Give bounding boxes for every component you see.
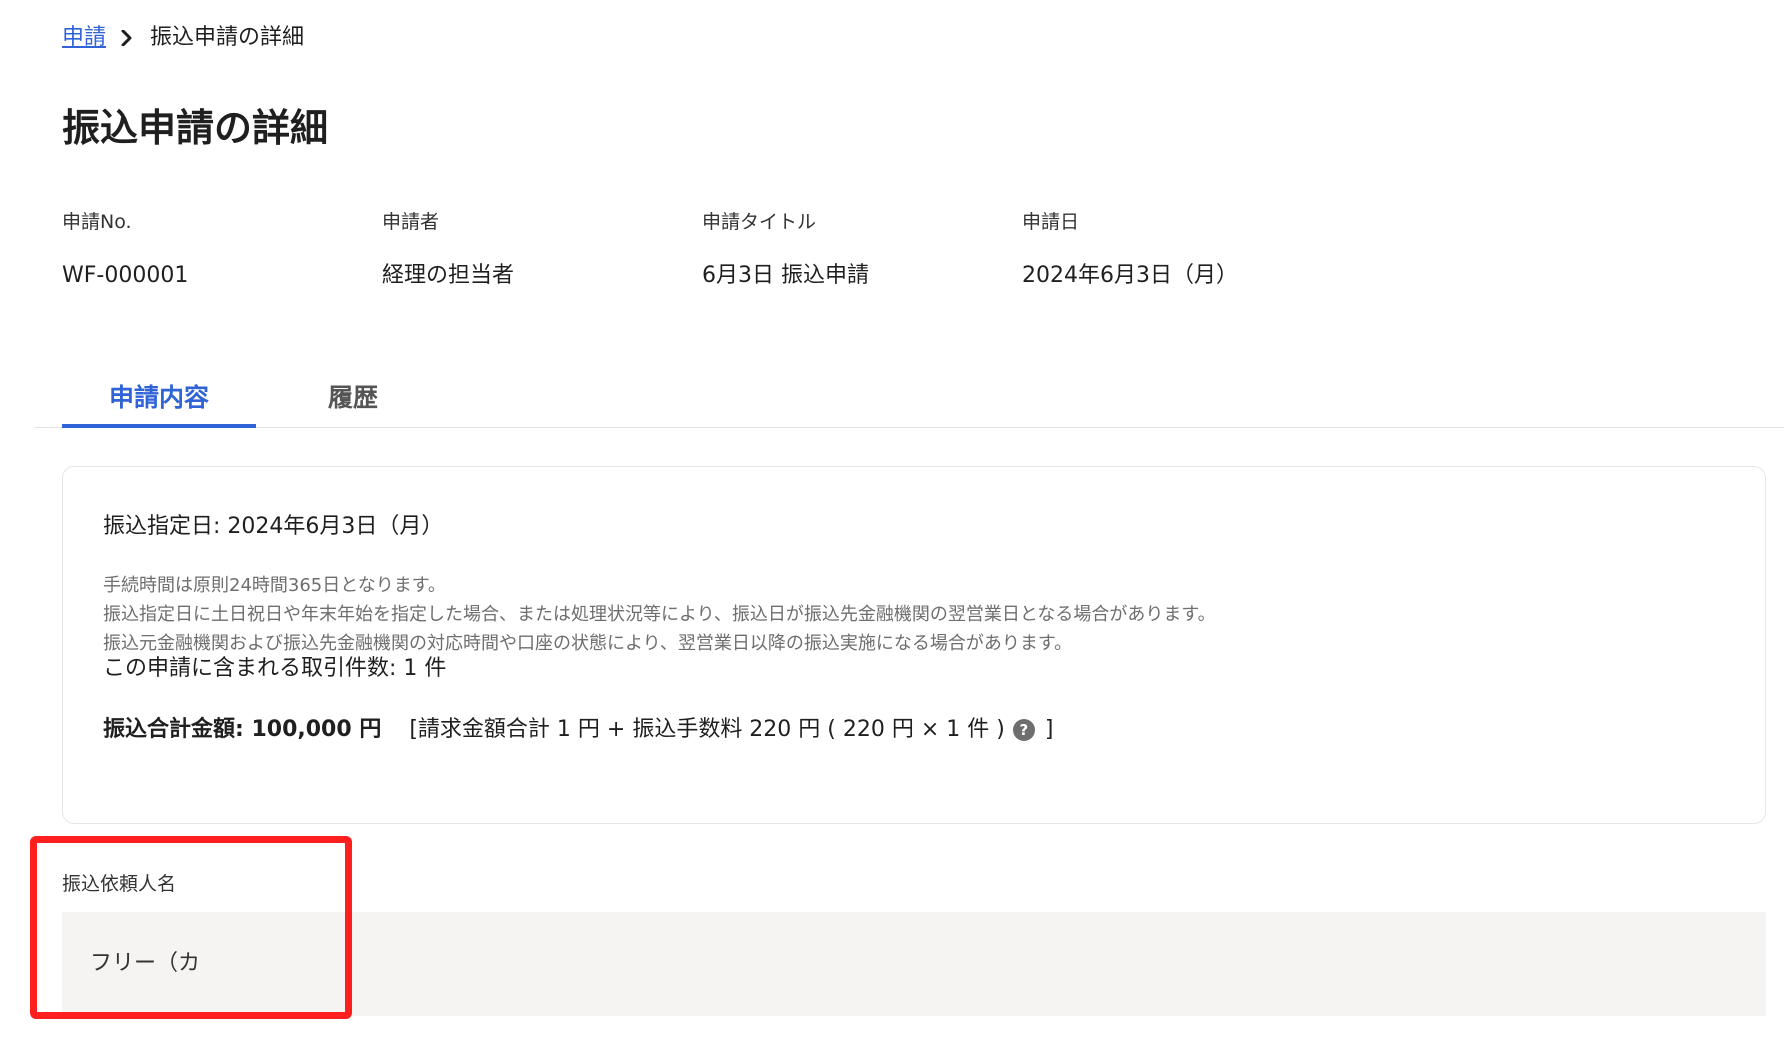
- total-breakdown: [請求金額合計 1 円 + 振込手数料 220 円 ( 220 円 × 1 件 …: [409, 717, 1005, 742]
- transfer-info-card: 振込指定日: 2024年6月3日（月） 手続時間は原則24時間365日となります…: [62, 466, 1766, 824]
- page: 申請 振込申請の詳細 振込申請の詳細 申請No. WF-000001 申請者 経…: [0, 0, 1784, 1044]
- breadcrumb-link-application[interactable]: 申請: [62, 22, 106, 54]
- tab-application-content[interactable]: 申請内容: [62, 375, 256, 428]
- meta-label: 申請No.: [62, 211, 132, 233]
- designated-transfer-date: 振込指定日: 2024年6月3日（月）: [103, 514, 444, 539]
- meta-value: 経理の担当者: [382, 263, 515, 288]
- meta-application-date: 申請日 2024年6月3日（月）: [1022, 208, 1342, 292]
- meta-label: 申請タイトル: [702, 211, 817, 233]
- tab-history[interactable]: 履歴: [256, 375, 450, 428]
- meta-application-title: 申請タイトル 6月3日 振込申請: [702, 208, 1022, 292]
- total-amount: 振込合計金額: 100,000 円: [103, 717, 382, 742]
- breadcrumb-current: 振込申請の詳細: [150, 25, 305, 50]
- transaction-count: この申請に含まれる取引件数: 1 件: [103, 656, 447, 681]
- meta-label: 申請者: [382, 211, 440, 233]
- help-icon[interactable]: ?: [1012, 719, 1035, 741]
- requester-name-value: フリー（カ: [90, 951, 201, 976]
- application-meta: 申請No. WF-000001 申請者 経理の担当者 申請タイトル 6月3日 振…: [62, 208, 1342, 292]
- note-line: 手続時間は原則24時間365日となります。: [103, 575, 446, 596]
- page-title: 振込申請の詳細: [62, 106, 329, 150]
- breadcrumb: 申請 振込申請の詳細: [62, 22, 304, 54]
- note-line: 振込指定日に土日祝日や年末年始を指定した場合、または処理状況等により、振込日が振…: [103, 604, 1216, 625]
- breakdown-close-bracket: ]: [1044, 717, 1054, 742]
- meta-value: 6月3日 振込申請: [702, 263, 869, 288]
- requester-name-label: 振込依頼人名: [62, 873, 177, 895]
- meta-application-no: 申請No. WF-000001: [62, 208, 382, 292]
- meta-label: 申請日: [1022, 211, 1080, 233]
- meta-value: 2024年6月3日（月）: [1022, 263, 1238, 288]
- requester-name-field: フリー（カ: [62, 912, 1766, 1016]
- meta-applicant: 申請者 経理の担当者: [382, 208, 702, 292]
- transfer-total: 振込合計金額: 100,000 円 [請求金額合計 1 円 + 振込手数料 22…: [103, 714, 1053, 746]
- transfer-notes: 手続時間は原則24時間365日となります。 振込指定日に土日祝日や年末年始を指定…: [103, 571, 1216, 658]
- tab-bar: 申請内容 履歴: [34, 375, 1784, 428]
- meta-value: WF-000001: [62, 263, 189, 288]
- chevron-right-icon: [118, 22, 140, 54]
